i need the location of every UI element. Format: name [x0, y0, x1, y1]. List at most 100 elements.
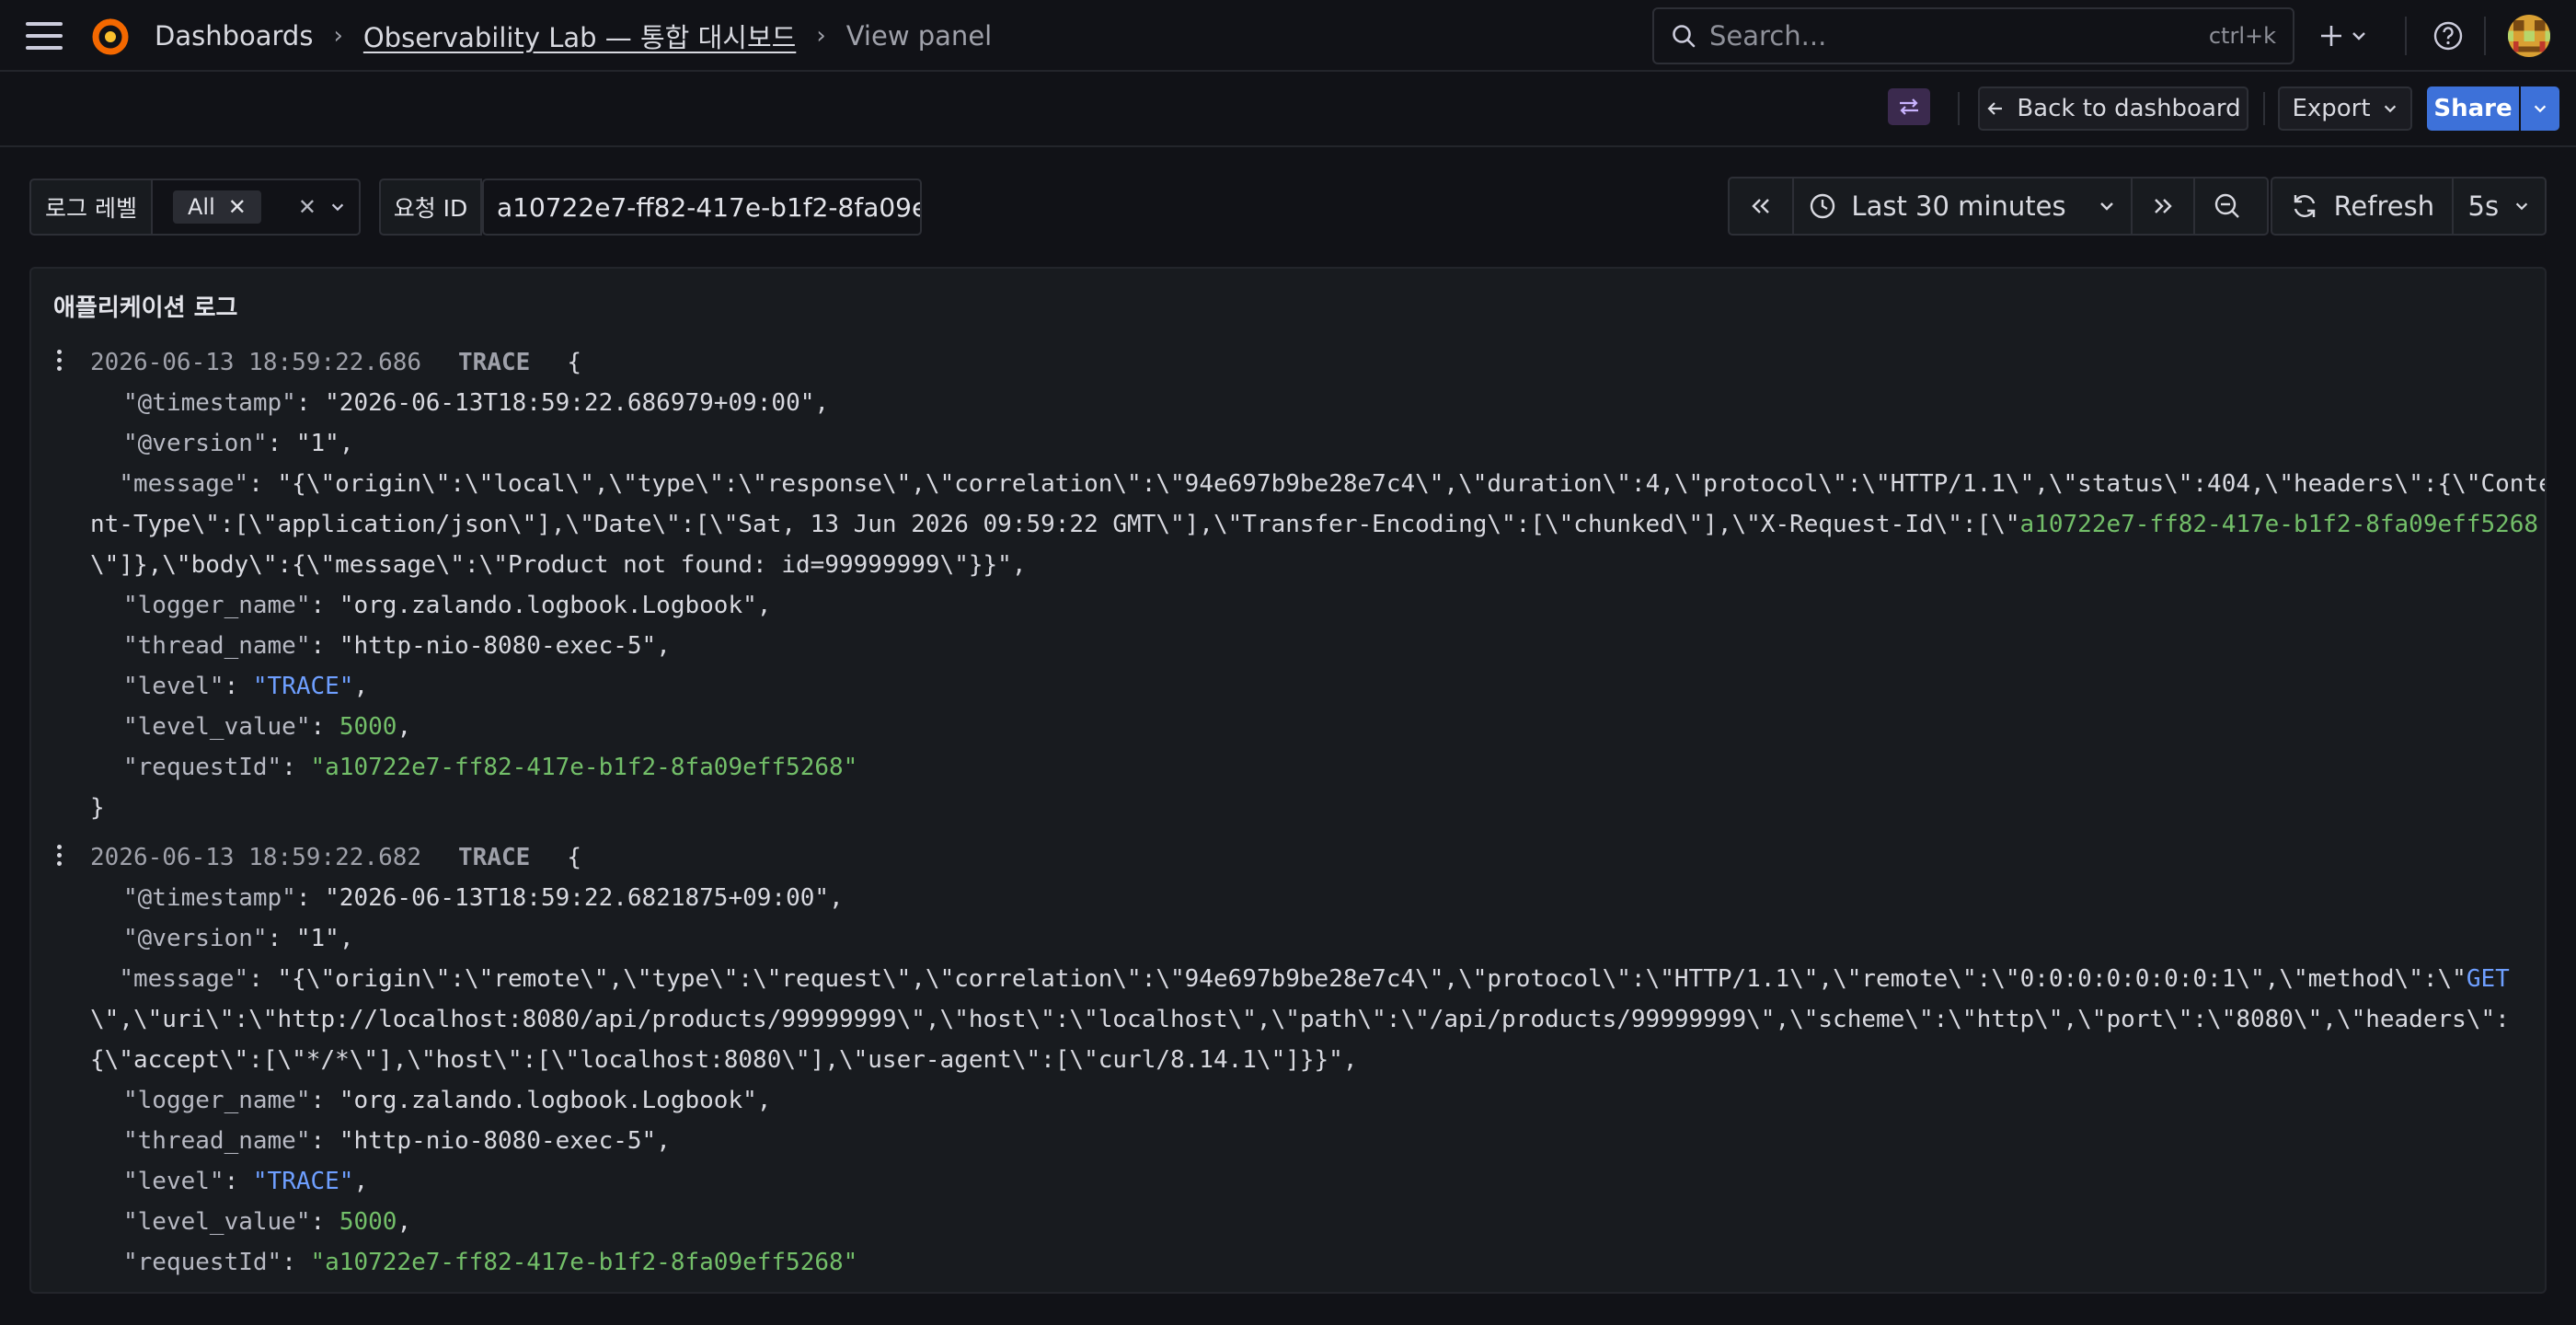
refresh-group: Refresh 5s: [2271, 177, 2547, 236]
json-value: "http-nio-8080-exec-5": [339, 632, 657, 660]
back-to-dashboard-button[interactable]: Back to dashboard: [1978, 86, 2248, 131]
json-field: "@timestamp": "2026-06-13T18:59:22.68218…: [123, 884, 844, 912]
refresh-interval-select[interactable]: 5s: [2454, 179, 2545, 234]
chevron-right-icon: ›: [816, 22, 826, 50]
log-level-select[interactable]: All ✕ ✕: [153, 179, 361, 236]
time-shift-forward-button[interactable]: [2133, 179, 2195, 234]
search-input[interactable]: Search... ctrl+k: [1652, 7, 2294, 64]
chevron-down-icon[interactable]: [329, 199, 346, 215]
add-new-button[interactable]: [2318, 18, 2372, 53]
log-timestamp: 2026-06-13 18:59:22.682: [90, 844, 422, 871]
json-value: "1": [295, 430, 339, 457]
top-navbar: Dashboards › Observability Lab — 통합 대시보드…: [0, 0, 2576, 72]
chevron-down-icon: [2099, 202, 2113, 211]
zoom-out-button[interactable]: [2195, 179, 2260, 234]
log-entry[interactable]: 2026-06-13 18:59:22.686 TRACE { "@timestam…: [31, 342, 2545, 828]
search-shortcut: ctrl+k: [2208, 23, 2276, 49]
request-id-variable-label: 요청 ID: [379, 179, 482, 236]
request-id-input[interactable]: a10722e7-ff82-417e-b1f2-8fa09eff5268: [482, 179, 922, 236]
time-shift-back-button[interactable]: [1730, 179, 1794, 234]
log-level-chip[interactable]: All ✕: [173, 190, 261, 224]
json-key: "@timestamp": [123, 389, 296, 417]
toggle-edit-button[interactable]: [1888, 88, 1930, 125]
chevrons-right-icon: [2155, 199, 2172, 213]
panel-toolbar: Back to dashboard Export Share: [0, 72, 2576, 147]
chevrons-left-icon: [1752, 199, 1769, 213]
json-key: "requestId": [123, 754, 282, 781]
json-value: "TRACE": [252, 673, 354, 700]
logs-panel: 애플리케이션 로그 2026-06-13 18:59:22.686 TRACE { …: [29, 267, 2547, 1294]
breadcrumb: Dashboards › Observability Lab — 통합 대시보드…: [155, 0, 992, 72]
json-key: "level_value": [123, 1208, 311, 1236]
log-row-menu-icon[interactable]: [57, 845, 64, 870]
json-key: "requestId": [123, 1249, 282, 1276]
share-options-button[interactable]: [2521, 86, 2559, 131]
plus-icon: [2321, 26, 2341, 46]
chevron-right-icon: ›: [333, 22, 343, 50]
breadcrumb-dashboard-title[interactable]: Observability Lab — 통합 대시보드: [363, 17, 796, 55]
request-id-value: a10722e7-ff82-417e-b1f2-8fa09eff5268: [497, 191, 920, 223]
chevron-down-icon: [2534, 105, 2547, 113]
json-key: "@timestamp": [123, 884, 296, 912]
user-avatar[interactable]: [2508, 15, 2550, 57]
menu-icon[interactable]: [26, 22, 63, 50]
clear-icon[interactable]: ✕: [298, 194, 316, 220]
grafana-logo-icon[interactable]: [88, 14, 132, 58]
json-field: "level": "TRACE",: [123, 673, 369, 700]
search-placeholder: Search...: [1709, 20, 1827, 52]
help-icon[interactable]: [2432, 20, 2464, 52]
arrow-left-icon: [1987, 102, 2003, 115]
log-level-variable-label: 로그 레벨: [29, 179, 153, 236]
json-value: "a10722e7-ff82-417e-b1f2-8fa09eff5268": [310, 754, 858, 781]
log-list[interactable]: 2026-06-13 18:59:22.686 TRACE { "@timestam…: [31, 342, 2545, 1292]
json-field: "@version": "1",: [123, 925, 354, 952]
json-key: "message": [119, 470, 249, 498]
log-entry-header: 2026-06-13 18:59:22.686 TRACE {: [90, 342, 2545, 383]
json-key: "@version": [123, 430, 268, 457]
json-value: \"]},\"body\":{\"message\":\"Product not…: [90, 551, 1027, 579]
json-key: "level": [123, 1168, 224, 1195]
json-value-highlight: GET: [2466, 965, 2510, 993]
json-value: \",\"uri\":\"http://localhost:8080/api/p…: [90, 1006, 2510, 1074]
json-key: "thread_name": [123, 1127, 311, 1155]
divider: [2484, 17, 2486, 55]
json-value: "1": [295, 925, 339, 952]
zoom-out-icon: [2214, 193, 2239, 218]
divider: [2405, 17, 2407, 55]
share-label: Share: [2433, 95, 2513, 122]
log-entry[interactable]: 2026-06-13 18:59:22.682 TRACE { "@timestam…: [31, 837, 2545, 1283]
share-button[interactable]: Share: [2427, 86, 2519, 131]
breadcrumb-dashboards[interactable]: Dashboards: [155, 20, 313, 52]
json-value: "a10722e7-ff82-417e-b1f2-8fa09eff5268": [310, 1249, 858, 1276]
refresh-label: Refresh: [2333, 190, 2435, 222]
json-close-brace: }: [90, 794, 105, 822]
json-key: "thread_name": [123, 632, 311, 660]
json-value: "TRACE": [252, 1168, 354, 1195]
json-value: 5000: [339, 1208, 397, 1236]
divider: [1958, 92, 1960, 125]
json-field: "level_value": 5000,: [123, 713, 412, 741]
json-field: "requestId": "a10722e7-ff82-417e-b1f2-8f…: [123, 1249, 858, 1276]
chip-remove-icon[interactable]: ✕: [228, 194, 247, 220]
json-key: "level_value": [123, 713, 311, 741]
json-value: 5000: [339, 713, 397, 741]
json-key: "logger_name": [123, 1087, 311, 1114]
swap-icon: [1900, 98, 1918, 115]
log-level-badge: TRACE: [458, 349, 531, 376]
json-key: "message": [119, 965, 249, 993]
time-range-label: Last 30 minutes: [1851, 190, 2066, 222]
json-value: "http-nio-8080-exec-5": [339, 1127, 657, 1155]
export-button[interactable]: Export: [2278, 86, 2412, 131]
json-field: "thread_name": "http-nio-8080-exec-5",: [123, 1127, 671, 1155]
log-row-menu-icon[interactable]: [57, 350, 64, 374]
request-id-label-text: 요청 ID: [393, 195, 468, 222]
export-label: Export: [2292, 95, 2371, 122]
clock-icon: [1811, 193, 1835, 219]
json-value: "org.zalando.logbook.Logbook": [339, 1087, 757, 1114]
log-level-value: All: [188, 194, 215, 220]
json-open-brace: {: [567, 844, 581, 871]
json-field: "@version": "1",: [123, 430, 354, 457]
json-key: "@version": [123, 925, 268, 952]
refresh-button[interactable]: Refresh: [2272, 179, 2454, 234]
time-range-picker[interactable]: Last 30 minutes: [1794, 179, 2133, 234]
